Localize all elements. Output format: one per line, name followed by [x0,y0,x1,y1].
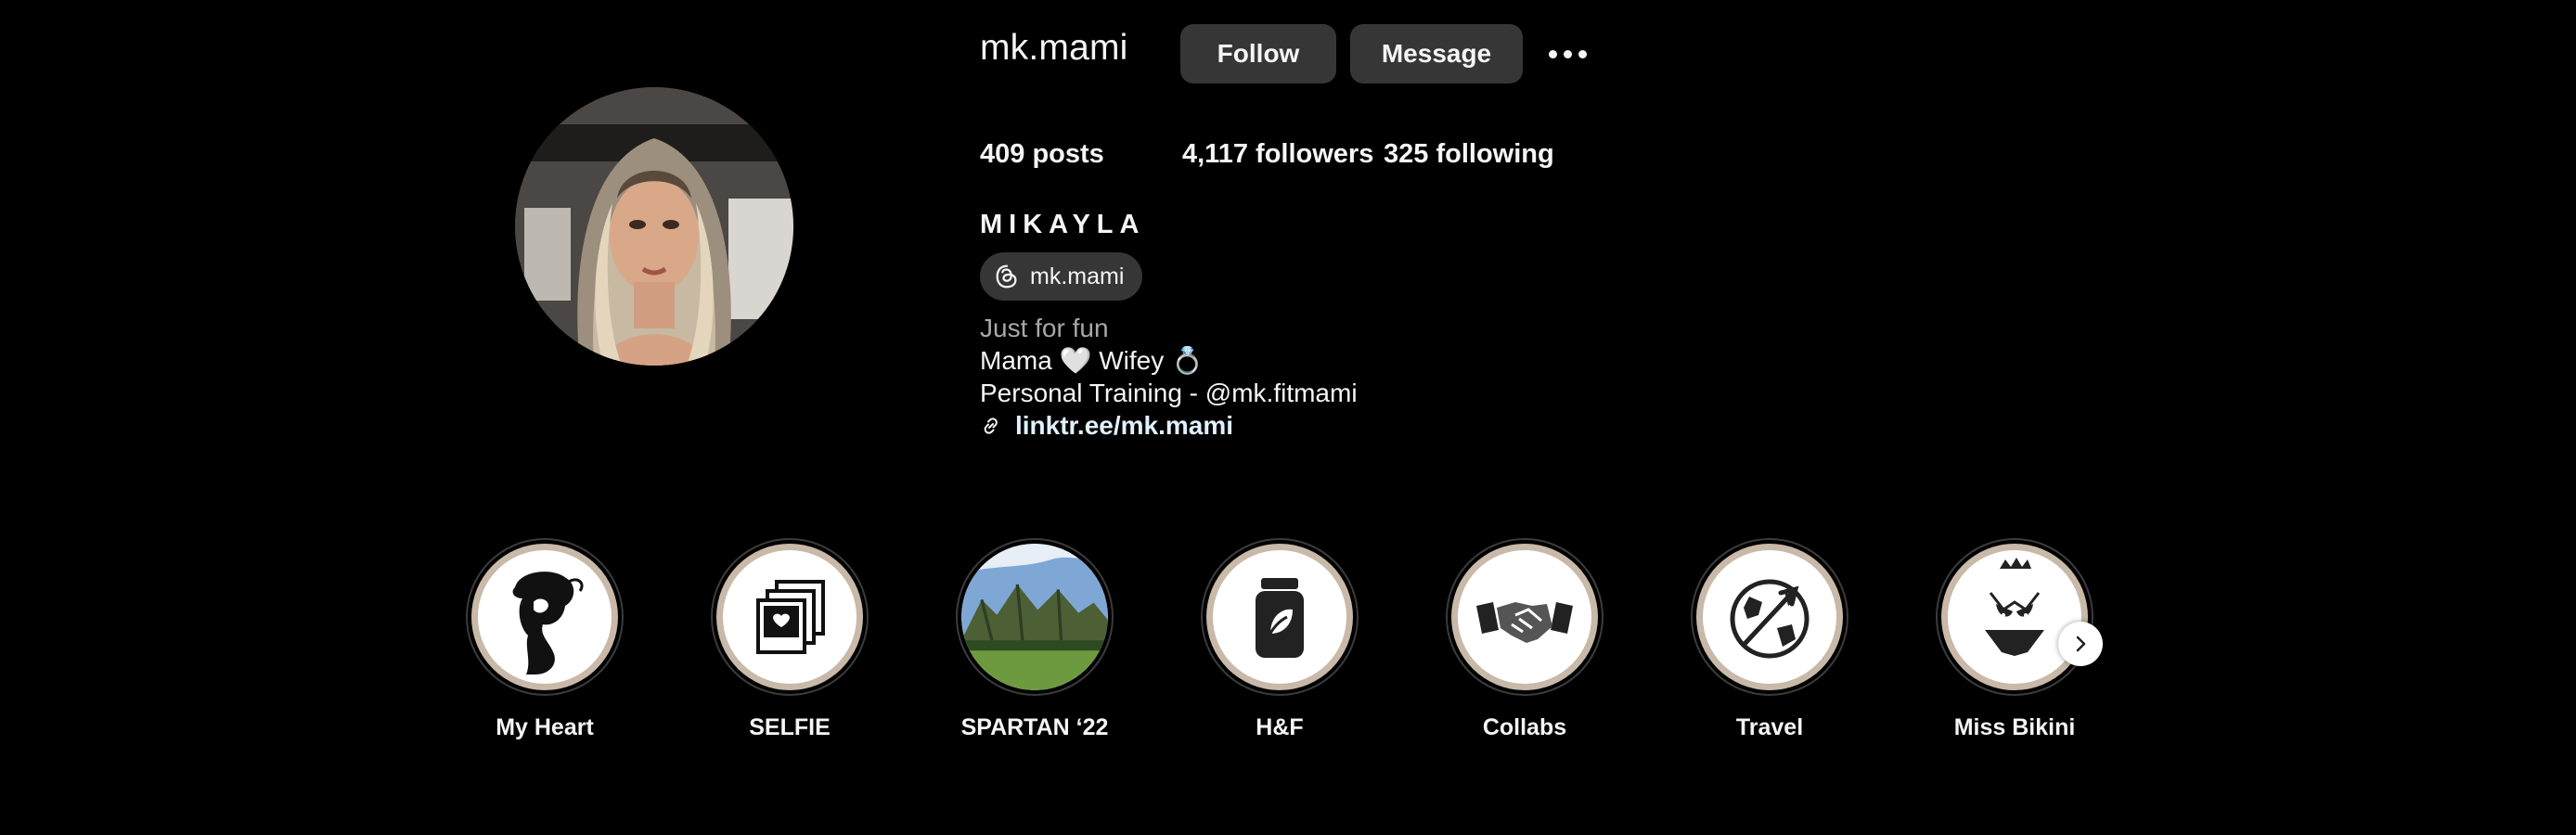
story-highlights: My Heart SELFIE SPARTAN ‘22 H&F Collabs … [466,538,2118,761]
highlight-ring [1691,538,1848,696]
highlights-next-button[interactable] [2058,622,2103,666]
posts-count: 409 posts [980,139,1182,170]
dot [1578,49,1587,58]
highlight-ring [1936,538,2093,696]
highlight-item[interactable]: My Heart [466,538,624,741]
profile-stats: 409 posts 4,117 followers 325 following [980,139,1554,170]
highlight-label: My Heart [496,714,594,740]
highlight-item[interactable]: H&F [1201,538,1359,741]
highlight-label: H&F [1256,714,1304,740]
highlight-label: Collabs [1482,714,1567,740]
bio-line: Mama 🤍 Wifey 💍 [980,346,1204,375]
following-number: 325 [1384,139,1429,169]
highlight-ring [1201,538,1359,696]
profile-page: mk.mami Follow Message 409 posts 4,117 f… [0,0,2576,835]
supplement-jar-icon [1256,578,1304,658]
posts-number: 409 [980,139,1025,169]
highlight-item[interactable]: Travel [1691,538,1848,741]
profile-full-name: MIKAYLA [980,210,1146,239]
highlight-ring [1446,538,1604,696]
profile-username: mk.mami [980,28,1128,68]
highlight-label: Miss Bikini [1953,714,2076,740]
following-label: following [1436,139,1554,169]
link-text: linktr.ee/mk.mami [1015,411,1234,440]
mountain-photo [961,544,1108,690]
highlight-item[interactable]: SELFIE [711,538,869,741]
bio-line: Personal Training - @mk.fitmami [980,379,1358,407]
profile-avatar[interactable] [515,87,793,366]
dot [1548,49,1557,58]
handshake-icon [1476,602,1573,643]
bio-external-link[interactable]: linktr.ee/mk.mami [980,411,1233,441]
threads-badge[interactable]: mk.mami [980,252,1143,301]
message-button[interactable]: Message [1350,24,1523,84]
posts-label: posts [1032,139,1104,169]
highlight-ring [711,538,869,696]
following-link[interactable]: 325 following [1384,139,1554,170]
highlight-label: SPARTAN ‘22 [960,714,1109,740]
followers-link[interactable]: 4,117 followers [1182,139,1384,170]
avatar-photo [515,87,793,366]
highlight-item[interactable]: Collabs [1446,538,1604,741]
highlight-label: SELFIE [749,714,831,740]
bikini-tiara-icon [1985,558,2044,656]
highlight-label: Travel [1735,714,1804,740]
dot [1563,49,1572,58]
threads-icon [996,264,1017,289]
follow-button[interactable]: Follow [1180,24,1336,84]
highlight-item[interactable]: SPARTAN ‘22 [956,538,1114,741]
chevron-right-icon [2076,636,2086,652]
more-options-icon[interactable] [1540,35,1594,72]
threads-handle: mk.mami [1030,263,1125,289]
link-icon [984,418,998,434]
woman-silhouette-icon [512,572,584,674]
followers-label: followers [1256,139,1374,169]
followers-number: 4,117 [1182,139,1248,169]
globe-plane-icon [1730,579,1810,659]
highlight-ring [956,538,1114,696]
highlight-ring [466,538,624,696]
polaroid-stack-icon [756,580,825,654]
profile-category: Just for fun [980,314,1109,342]
